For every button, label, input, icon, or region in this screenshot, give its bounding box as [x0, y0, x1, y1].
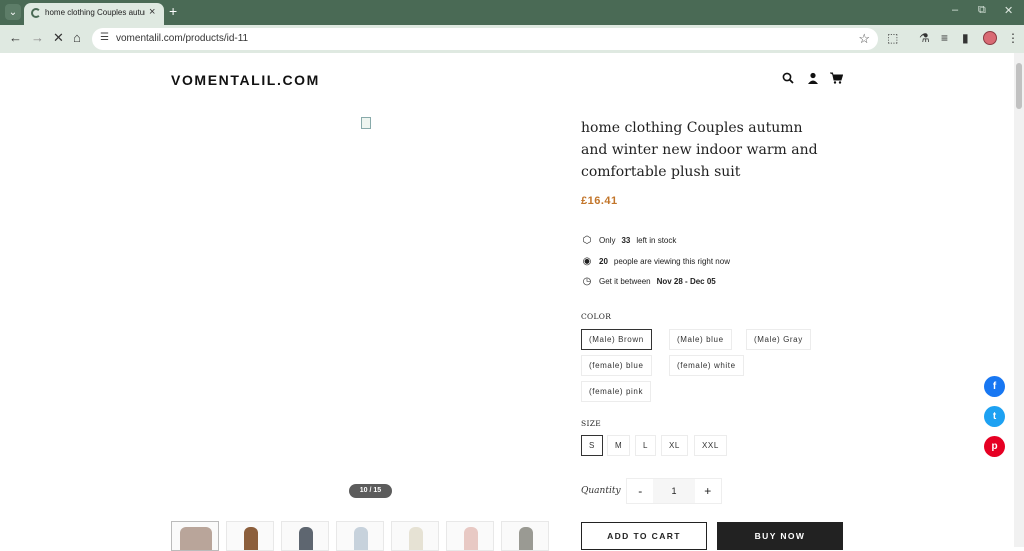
profile-avatar[interactable]	[983, 31, 997, 45]
cart-icon[interactable]	[830, 72, 844, 87]
size-option-l[interactable]: L	[635, 435, 657, 456]
delivery-range: Nov 28 - Dec 05	[656, 277, 716, 286]
new-tab-button[interactable]: +	[169, 3, 177, 19]
browser-toolbar: ← → ✕ ⌂ ☰ vomentalil.com/products/id-11 …	[0, 25, 1024, 53]
delivery-info: ◷ Get it between Nov 28 - Dec 05	[581, 276, 716, 287]
restore-button[interactable]: ⧉	[978, 4, 986, 17]
tab-close-icon[interactable]: ×	[149, 6, 155, 18]
buy-now-button[interactable]: BUY NOW	[717, 522, 843, 550]
web-page: VOMENTALIL.COM 10 / 15 home clothing Cou…	[0, 53, 1024, 551]
product-price: £16.41	[581, 195, 618, 207]
color-option-female-blue[interactable]: (female) blue	[581, 355, 652, 376]
labs-flask-icon[interactable]: ⚗	[919, 31, 930, 45]
stop-loading-icon[interactable]: ✕	[53, 30, 64, 46]
color-label: COLOR	[581, 312, 612, 321]
browser-menu-icon[interactable]: ⋮	[1007, 31, 1019, 45]
color-option-male-brown[interactable]: (Male) Brown	[581, 329, 652, 350]
scrollbar-thumb[interactable]	[1016, 63, 1022, 109]
quantity-decrease-button[interactable]: -	[627, 479, 654, 503]
clock-icon: ◷	[582, 276, 592, 287]
box-icon: ⬡	[582, 235, 592, 246]
product-title: home clothing Couples autumn and winter …	[581, 120, 818, 180]
browser-tab[interactable]: home clothing Couples autumn ×	[24, 3, 164, 25]
media-controls-icon[interactable]: ≡	[941, 31, 948, 45]
size-option-s[interactable]: S	[581, 435, 603, 456]
size-label: SIZE	[581, 419, 601, 428]
color-option-female-pink[interactable]: (female) pink	[581, 381, 652, 402]
tab-search-icon[interactable]: ⌄	[5, 4, 21, 20]
viewing-suffix: people are viewing this right now	[613, 257, 730, 266]
size-option-xl[interactable]: XL	[661, 435, 688, 456]
tab-title: home clothing Couples autumn	[45, 8, 145, 17]
loading-spinner-icon	[31, 8, 41, 18]
quantity-increase-button[interactable]: +	[694, 479, 721, 503]
address-bar[interactable]: ☰ vomentalil.com/products/id-11 ☆	[92, 28, 878, 50]
color-option-male-gray[interactable]: (Male) Gray	[746, 329, 811, 350]
extensions-icon[interactable]: ⬚	[887, 31, 898, 45]
product-image-gallery[interactable]	[171, 113, 561, 513]
add-to-cart-button[interactable]: ADD TO CART	[581, 522, 707, 550]
close-window-button[interactable]: ✕	[1004, 4, 1013, 17]
color-option-male-blue[interactable]: (Male) blue	[669, 329, 732, 350]
twitter-share-icon[interactable]: t	[984, 406, 1005, 427]
color-option-female-white[interactable]: (female) white	[669, 355, 744, 376]
quantity-stepper: - 1 +	[626, 478, 722, 504]
pinterest-share-icon[interactable]: p	[984, 436, 1005, 457]
minimize-button[interactable]: –	[952, 4, 958, 16]
quantity-label: Quantity	[581, 486, 621, 496]
quantity-input[interactable]: 1	[653, 479, 695, 503]
site-info-icon[interactable]: ☰	[100, 32, 109, 43]
eye-icon: ◉	[582, 256, 592, 267]
page-scrollbar[interactable]	[1014, 53, 1024, 547]
stock-prefix: Only	[599, 236, 616, 245]
stock-suffix: left in stock	[636, 236, 677, 245]
viewing-info: ◉ 20 people are viewing this right now	[581, 256, 730, 267]
stock-info: ⬡ Only 33 left in stock	[581, 235, 677, 246]
home-icon[interactable]: ⌂	[73, 30, 81, 45]
search-icon[interactable]	[782, 72, 794, 87]
account-icon[interactable]	[807, 72, 819, 87]
browser-tab-bar: ⌄ home clothing Couples autumn × + – ⧉ ✕	[0, 0, 1024, 25]
url-text[interactable]: vomentalil.com/products/id-11	[116, 33, 248, 44]
product-main-image[interactable]	[361, 117, 371, 129]
forward-icon[interactable]: →	[31, 30, 44, 45]
image-counter: 10 / 15	[349, 484, 392, 498]
site-logo[interactable]: VOMENTALIL.COM	[171, 72, 320, 88]
side-panel-icon[interactable]: ▮	[962, 31, 969, 45]
facebook-share-icon[interactable]: f	[984, 376, 1005, 397]
stock-count: 33	[621, 236, 631, 245]
size-option-xxl[interactable]: XXL	[694, 435, 727, 456]
bookmark-star-icon[interactable]: ☆	[858, 31, 870, 47]
size-option-m[interactable]: M	[607, 435, 631, 456]
viewing-count: 20	[599, 257, 608, 266]
back-icon[interactable]: ←	[9, 30, 22, 45]
delivery-prefix: Get it between	[599, 277, 651, 286]
